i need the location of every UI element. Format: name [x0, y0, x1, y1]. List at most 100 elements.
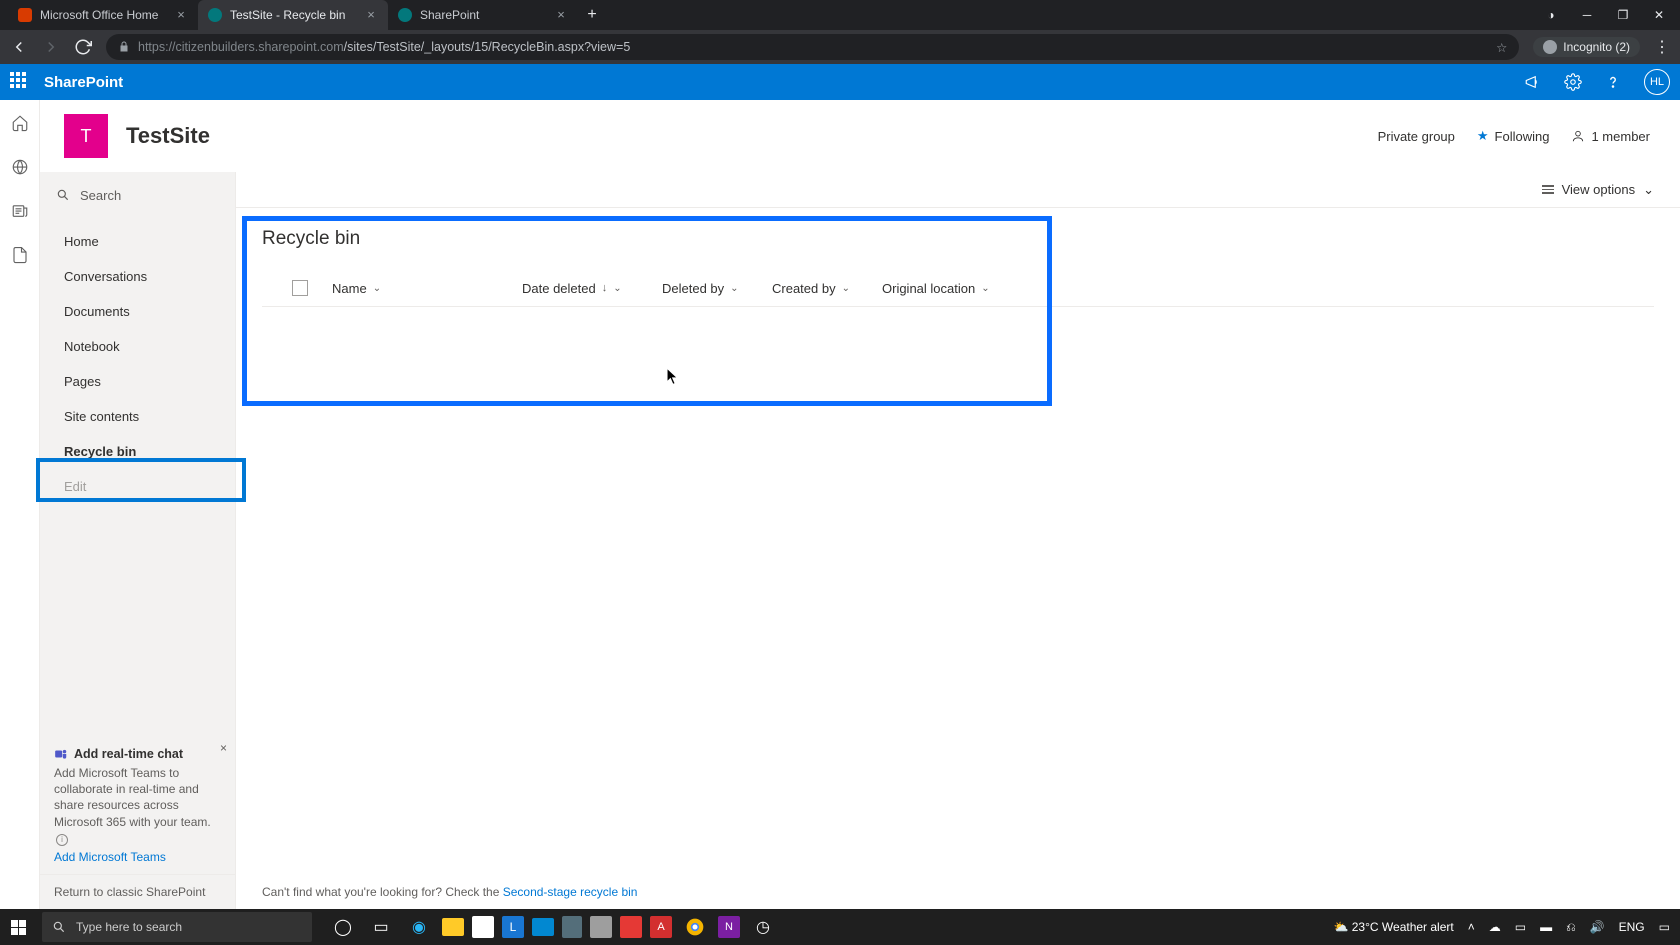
col-label: Name [332, 281, 367, 296]
col-label: Original location [882, 281, 975, 296]
col-label: Deleted by [662, 281, 724, 296]
app-icon-grey[interactable] [590, 916, 612, 938]
calculator-icon[interactable] [562, 916, 582, 938]
battery-icon[interactable]: ▬ [1540, 920, 1552, 934]
edge-icon[interactable]: ◉ [404, 912, 434, 942]
col-name[interactable]: Name ⌄ [332, 281, 492, 296]
taskbar-search-placeholder: Type here to search [76, 920, 182, 934]
sort-arrow-icon: ↓ [602, 282, 608, 294]
sharepoint-favicon [398, 8, 412, 22]
store-icon[interactable] [472, 916, 494, 938]
incognito-indicator-icon[interactable]: ◑ [1544, 8, 1558, 22]
address-bar[interactable]: https://citizenbuilders.sharepoint.com/s… [106, 34, 1519, 60]
app-icon-blue[interactable]: L [502, 916, 524, 938]
second-stage-link[interactable]: Second-stage recycle bin [503, 885, 638, 899]
col-label: Created by [772, 281, 836, 296]
info-icon[interactable]: i [56, 834, 68, 846]
browser-chrome: Microsoft Office Home × TestSite - Recyc… [0, 0, 1680, 64]
tab-title: Microsoft Office Home [40, 8, 166, 22]
taskbar-tray: ⛅ 23°C Weather alert ˄ ☁ ▭ ▬ ⎌ 🔊 ENG ▭ [1333, 920, 1680, 935]
news-icon[interactable] [11, 202, 29, 220]
tab-close-icon[interactable]: × [364, 8, 378, 22]
browser-tab-office[interactable]: Microsoft Office Home × [8, 0, 198, 30]
nav-conversations[interactable]: Conversations [40, 259, 235, 294]
browser-tab-testsite[interactable]: TestSite - Recycle bin × [198, 0, 388, 30]
incognito-icon [1543, 40, 1557, 54]
volume-icon[interactable]: 🔊 [1590, 920, 1605, 934]
privacy-label: Private group [1378, 129, 1455, 144]
star-icon: ★ [1477, 128, 1489, 144]
brand-link[interactable]: SharePoint [44, 74, 123, 91]
taskbar-search[interactable]: Type here to search [42, 912, 312, 942]
col-created-by[interactable]: Created by ⌄ [772, 281, 852, 296]
search-placeholder: Search [80, 188, 121, 203]
col-date-deleted[interactable]: Date deleted ↓ ⌄ [522, 281, 632, 296]
meet-now-icon[interactable]: ▭ [1515, 920, 1526, 934]
site-logo[interactable]: T [64, 114, 108, 158]
megaphone-icon[interactable] [1524, 73, 1542, 91]
search-box[interactable]: Search [40, 172, 235, 218]
col-original-location[interactable]: Original location ⌄ [882, 281, 1002, 296]
nav-pages[interactable]: Pages [40, 364, 235, 399]
chevron-down-icon: ⌄ [613, 283, 621, 294]
tab-close-icon[interactable]: × [174, 8, 188, 22]
nav-recycle-bin[interactable]: Recycle bin [40, 434, 235, 469]
tab-close-icon[interactable]: × [554, 8, 568, 22]
incognito-badge[interactable]: Incognito (2) [1533, 37, 1640, 57]
return-classic-link[interactable]: Return to classic SharePoint [40, 874, 235, 909]
chevron-down-icon: ⌄ [373, 283, 381, 294]
sharepoint-favicon [208, 8, 222, 22]
command-bar: View options ⌄ [236, 172, 1680, 208]
members-button[interactable]: 1 member [1571, 129, 1650, 144]
windows-logo-icon [11, 920, 26, 935]
onenote-icon[interactable]: N [718, 916, 740, 938]
reload-button[interactable] [74, 38, 92, 56]
windows-taskbar: Type here to search ◯ ▭ ◉ L A N ◷ ⛅ 23°C… [0, 909, 1680, 945]
following-button[interactable]: ★ Following [1477, 128, 1550, 144]
nav-edit[interactable]: Edit [40, 469, 235, 504]
back-button[interactable] [10, 38, 28, 56]
settings-gear-icon[interactable] [1564, 73, 1582, 91]
language-indicator[interactable]: ENG [1619, 920, 1645, 934]
weather-widget[interactable]: ⛅ 23°C Weather alert [1333, 920, 1453, 934]
tray-chevron-icon[interactable]: ˄ [1468, 920, 1475, 934]
start-button[interactable] [0, 909, 36, 945]
help-icon[interactable] [1604, 73, 1622, 91]
view-options-button[interactable]: View options ⌄ [1542, 182, 1654, 198]
promo-close-icon[interactable]: × [220, 741, 227, 755]
wifi-icon[interactable]: ⎌ [1566, 920, 1576, 935]
nav-site-contents[interactable]: Site contents [40, 399, 235, 434]
maximize-button[interactable]: ❐ [1616, 8, 1630, 22]
close-window-button[interactable]: ✕ [1652, 8, 1666, 22]
teams-icon [54, 747, 68, 761]
app-launcher-button[interactable] [10, 72, 30, 92]
acrobat-icon[interactable]: A [650, 916, 672, 938]
mail-icon[interactable] [532, 918, 554, 936]
action-center-icon[interactable]: ▭ [1659, 920, 1670, 934]
globe-icon[interactable] [11, 158, 29, 176]
content-area: Recycle bin Name ⌄ Date deleted ↓ ⌄ [236, 208, 1680, 909]
second-stage-footer: Can't find what you're looking for? Chec… [236, 875, 1680, 909]
clock-icon[interactable]: ◷ [748, 912, 778, 942]
bookmark-star-icon[interactable]: ☆ [1496, 40, 1507, 55]
files-icon[interactable] [11, 246, 29, 264]
home-icon[interactable] [11, 114, 29, 132]
chrome-menu-button[interactable]: ⋮ [1654, 37, 1670, 57]
browser-tab-sharepoint[interactable]: SharePoint × [388, 0, 578, 30]
new-tab-button[interactable]: + [578, 1, 606, 29]
nav-notebook[interactable]: Notebook [40, 329, 235, 364]
task-view-icon[interactable]: ▭ [366, 912, 396, 942]
site-header: T TestSite Private group ★ Following 1 m… [40, 100, 1680, 172]
user-avatar[interactable]: HL [1644, 69, 1670, 95]
nav-home[interactable]: Home [40, 224, 235, 259]
chrome-icon[interactable] [680, 912, 710, 942]
nav-documents[interactable]: Documents [40, 294, 235, 329]
col-deleted-by[interactable]: Deleted by ⌄ [662, 281, 742, 296]
view-options-label: View options [1562, 182, 1635, 197]
onedrive-tray-icon[interactable]: ☁ [1489, 920, 1501, 934]
app-icon-red[interactable] [620, 916, 642, 938]
cortana-icon[interactable]: ◯ [328, 912, 358, 942]
promo-link[interactable]: Add Microsoft Teams [54, 850, 166, 864]
minimize-button[interactable]: ─ [1580, 8, 1594, 22]
explorer-icon[interactable] [442, 918, 464, 936]
